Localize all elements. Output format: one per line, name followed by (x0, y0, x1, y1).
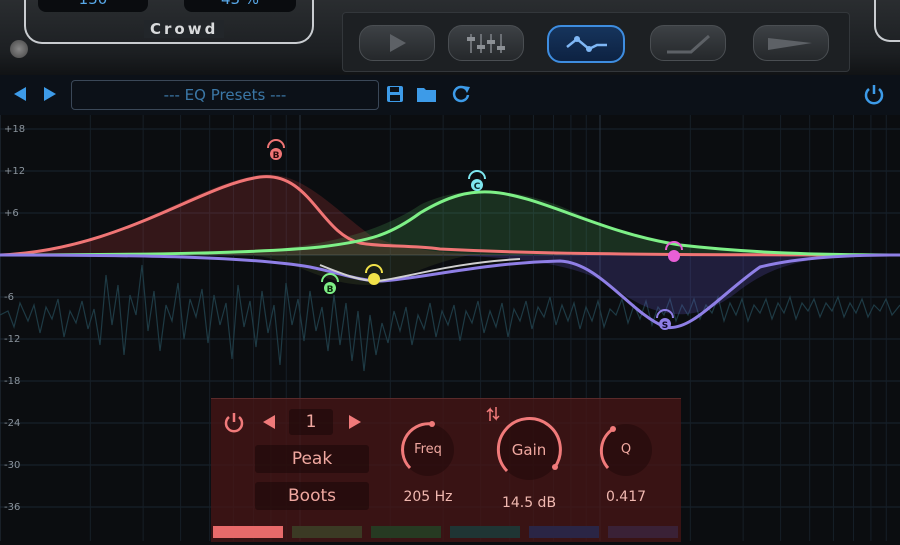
compressor-button[interactable] (650, 25, 726, 61)
y-tick-label: -12 (4, 334, 21, 345)
play-icon (390, 34, 406, 52)
q-value[interactable]: 0.417 (591, 489, 661, 505)
band-swatch-4[interactable] (450, 526, 520, 538)
band-swatch-1[interactable] (213, 526, 283, 538)
band-swatch-6[interactable] (608, 526, 678, 538)
y-tick-label: +6 (4, 208, 19, 219)
top-bar: 150 43 % Crowd (0, 0, 900, 75)
sliders-icon (467, 34, 505, 53)
wedge-icon (768, 38, 812, 50)
band-marker-c[interactable]: C (468, 170, 486, 192)
y-tick-label: -18 (4, 376, 21, 387)
gain-value[interactable]: 14.5 dB (483, 495, 575, 511)
band-swatch-5[interactable] (529, 526, 599, 538)
next-preset-icon[interactable] (42, 85, 58, 103)
y-tick-label: -30 (4, 460, 21, 471)
folder-icon[interactable] (416, 85, 438, 103)
reset-icon[interactable] (451, 84, 471, 104)
band-power-icon[interactable] (223, 411, 245, 433)
preset-bar: --- EQ Presets --- (0, 75, 900, 115)
mode-toolbar (342, 12, 850, 72)
band-swatch-3[interactable] (371, 526, 441, 538)
freq-value[interactable]: 205 Hz (393, 489, 463, 505)
spectrum-analyzer (0, 264, 900, 372)
next-band-icon[interactable] (347, 413, 363, 431)
save-icon[interactable] (386, 85, 404, 103)
freq-knob-label: Freq (414, 442, 442, 457)
eq-curve-icon (566, 36, 607, 52)
play-button[interactable] (359, 25, 435, 61)
q-knob-label: Q (620, 442, 632, 457)
mixer-button[interactable] (448, 25, 524, 61)
y-tick-label: -36 (4, 502, 21, 513)
band-control-panel: 1 Peak Boots Freq 205 Hz Gain 14.5 dB Q … (211, 398, 681, 542)
band-s-fill (380, 255, 900, 315)
band-number[interactable]: 1 (289, 409, 333, 435)
band-marker-b-top-label: B (273, 151, 280, 161)
band-marker-b-top[interactable]: B (267, 139, 285, 161)
band-marker-s-label: S (662, 321, 668, 331)
power-icon[interactable] (863, 83, 885, 105)
preset-selector[interactable]: --- EQ Presets --- (71, 80, 379, 110)
band-marker-b-green-label: B (327, 285, 334, 295)
y-tick-label: -24 (4, 418, 21, 429)
gain-knob-label: Gain (511, 441, 547, 459)
band-marker-c-label: C (474, 182, 481, 192)
band-swatch-2[interactable] (292, 526, 362, 538)
crowd-label: Crowd (144, 20, 225, 38)
crowd-panel: 150 43 % Crowd (24, 0, 314, 44)
crowd-value-left[interactable]: 150 (38, 0, 148, 12)
y-tick-label: -6 (4, 292, 14, 303)
y-tick-label: +18 (4, 124, 26, 135)
filter-type-selector[interactable]: Peak (255, 445, 369, 473)
screw-icon (10, 40, 28, 58)
right-panel-frame (874, 0, 900, 42)
band-target-selector[interactable]: Boots (255, 482, 369, 510)
y-tick-label: +12 (4, 166, 26, 177)
ramp-icon (667, 34, 710, 54)
previous-band-icon[interactable] (261, 413, 277, 431)
limiter-button[interactable] (753, 25, 829, 61)
crowd-value-right[interactable]: 43 % (184, 0, 296, 12)
previous-preset-icon[interactable] (12, 85, 28, 103)
eq-mode-button[interactable] (547, 25, 625, 63)
